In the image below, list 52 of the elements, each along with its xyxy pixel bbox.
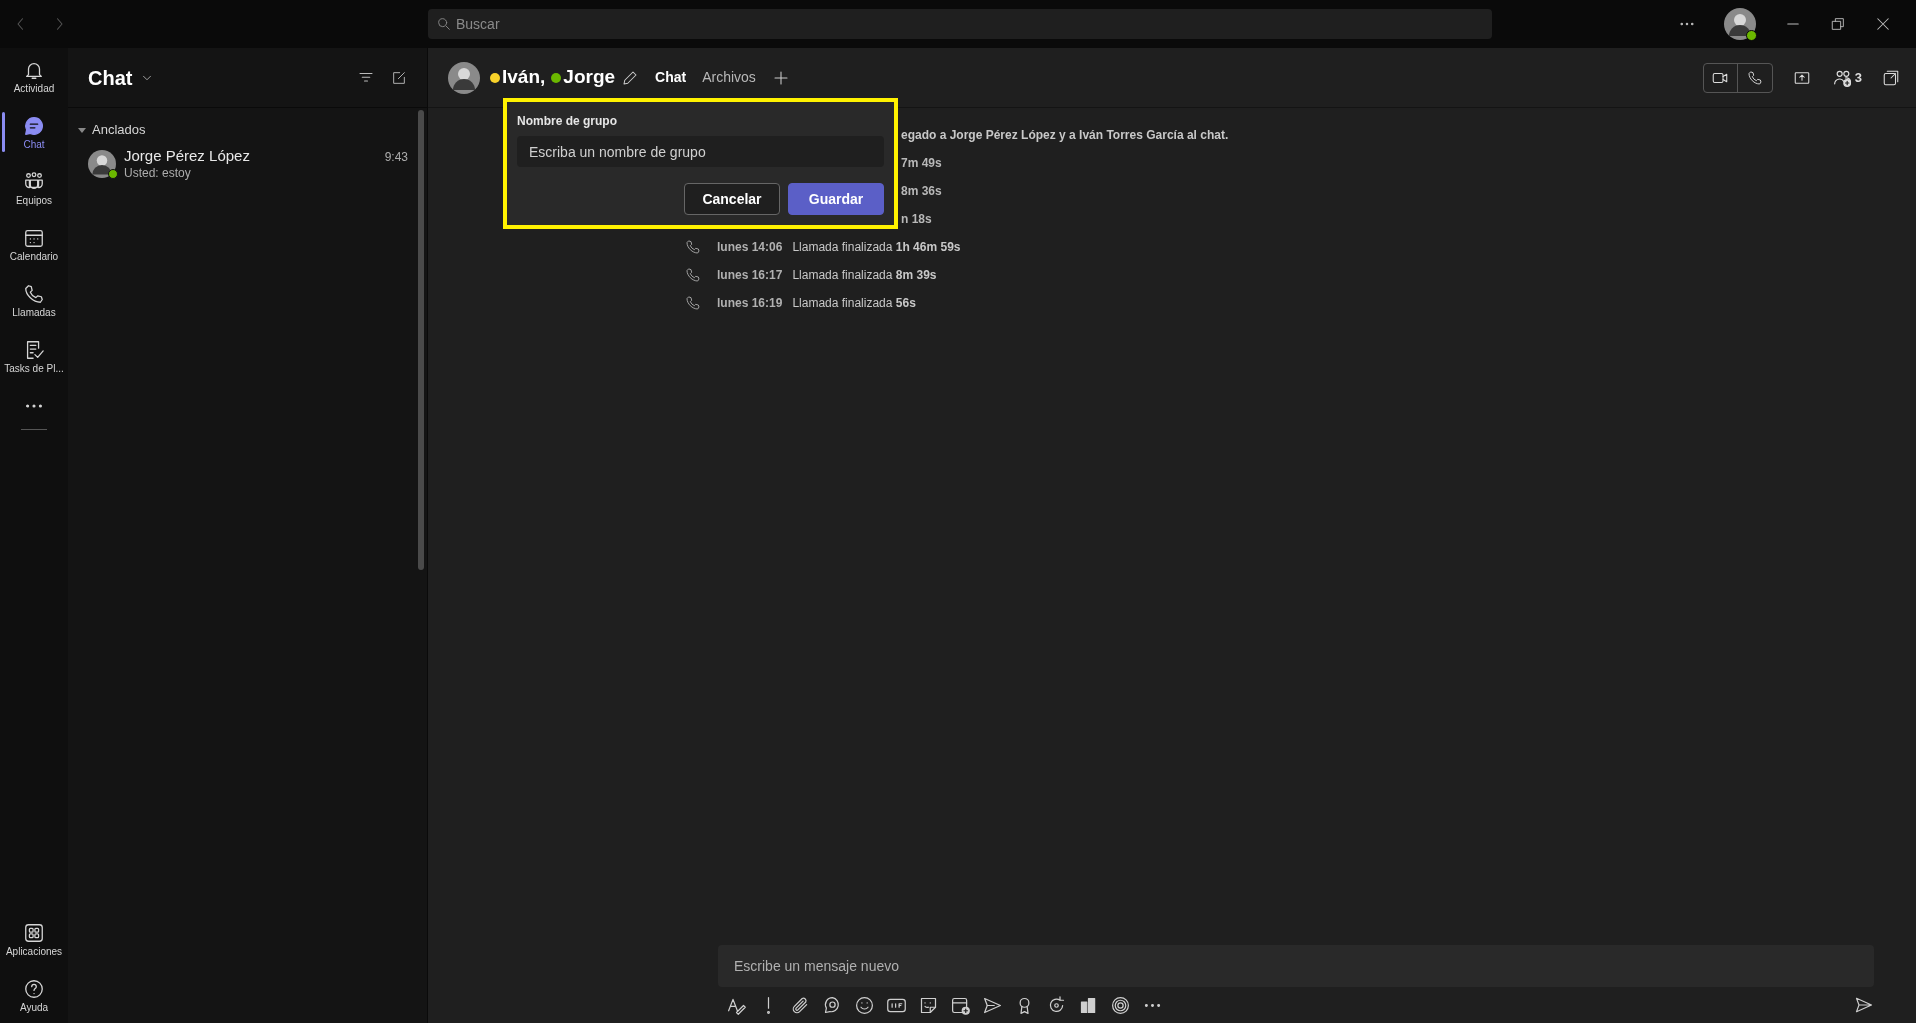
- section-label[interactable]: Anclados: [92, 120, 146, 140]
- rail-item[interactable]: Tasks de Pl...: [0, 328, 68, 384]
- chat-item[interactable]: Jorge Pérez López Usted: estoy 9:43: [68, 142, 418, 186]
- rail-item[interactable]: Aplicaciones: [0, 911, 68, 967]
- group-name-field[interactable]: Escriba un nombre de grupo: [517, 136, 884, 167]
- rings-icon[interactable]: [1110, 994, 1131, 1016]
- people-button[interactable]: 3: [1832, 67, 1862, 88]
- participant-name: Iván,: [502, 65, 546, 90]
- help-icon: [23, 977, 45, 1000]
- chat-icon: [23, 114, 45, 137]
- send-icon[interactable]: [1854, 995, 1874, 1015]
- phone-icon: [685, 267, 701, 283]
- phone-icon: [23, 282, 45, 305]
- rail-item[interactable]: Equipos: [0, 160, 68, 216]
- message-text: 7m 49s: [901, 155, 942, 172]
- panel-title: Chat: [88, 65, 133, 91]
- avatar: [88, 150, 116, 178]
- field-label: Nombre de grupo: [517, 113, 618, 130]
- close-icon[interactable]: [1874, 15, 1892, 33]
- rail-item[interactable]: Llamadas: [0, 272, 68, 328]
- grid-icon: [23, 921, 45, 944]
- message-time: lunes 14:06: [717, 239, 783, 256]
- phone-icon: [1746, 69, 1763, 86]
- tab[interactable]: Chat: [655, 67, 687, 88]
- avatar: [448, 61, 480, 94]
- save-button[interactable]: Guardar: [788, 183, 884, 215]
- message-text: Llamada finalizada 56s: [792, 295, 916, 312]
- emoji-icon[interactable]: [854, 994, 875, 1016]
- message-text: n 18s: [901, 211, 932, 228]
- message-text: 8m 36s: [901, 183, 942, 200]
- search-field[interactable]: Buscar: [428, 9, 1492, 39]
- rail-item[interactable]: Ayuda: [0, 967, 68, 1023]
- phone-icon: [685, 295, 701, 311]
- cancel-button[interactable]: Cancelar: [684, 183, 780, 215]
- phone-icon: [685, 239, 701, 255]
- message-time: lunes 16:17: [717, 267, 783, 284]
- rail-item[interactable]: Actividad: [0, 48, 68, 104]
- message-time: lunes 16:19: [717, 295, 783, 312]
- rail-item[interactable]: Chat: [0, 104, 68, 160]
- collapse-caret-icon[interactable]: [78, 126, 86, 134]
- message-text: Llamada finalizada 8m 39s: [792, 267, 937, 284]
- participant-name: Jorge: [563, 65, 616, 90]
- compose-icon[interactable]: [391, 69, 407, 86]
- pop-out-icon[interactable]: [1882, 68, 1900, 87]
- message-field[interactable]: Escribe un mensaje nuevo: [718, 945, 1874, 987]
- avatar: [1724, 8, 1756, 40]
- search-icon: [436, 16, 452, 32]
- tab[interactable]: Archivos: [702, 67, 756, 88]
- message-text: Llamada finalizada 1h 46m 59s: [792, 239, 961, 256]
- restore-icon[interactable]: [1830, 16, 1846, 32]
- rail-item[interactable]: Calendario: [0, 216, 68, 272]
- message-text: egado a Jorge Pérez López y a Iván Torres García al chat.: [901, 127, 1229, 144]
